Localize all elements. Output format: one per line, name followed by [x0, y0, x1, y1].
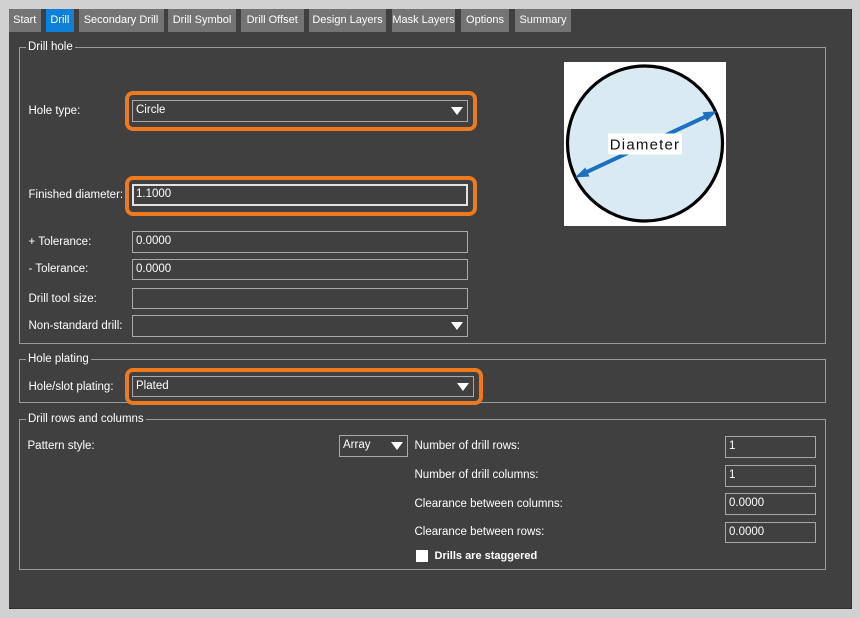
svg-text:Diameter: Diameter	[610, 137, 680, 154]
